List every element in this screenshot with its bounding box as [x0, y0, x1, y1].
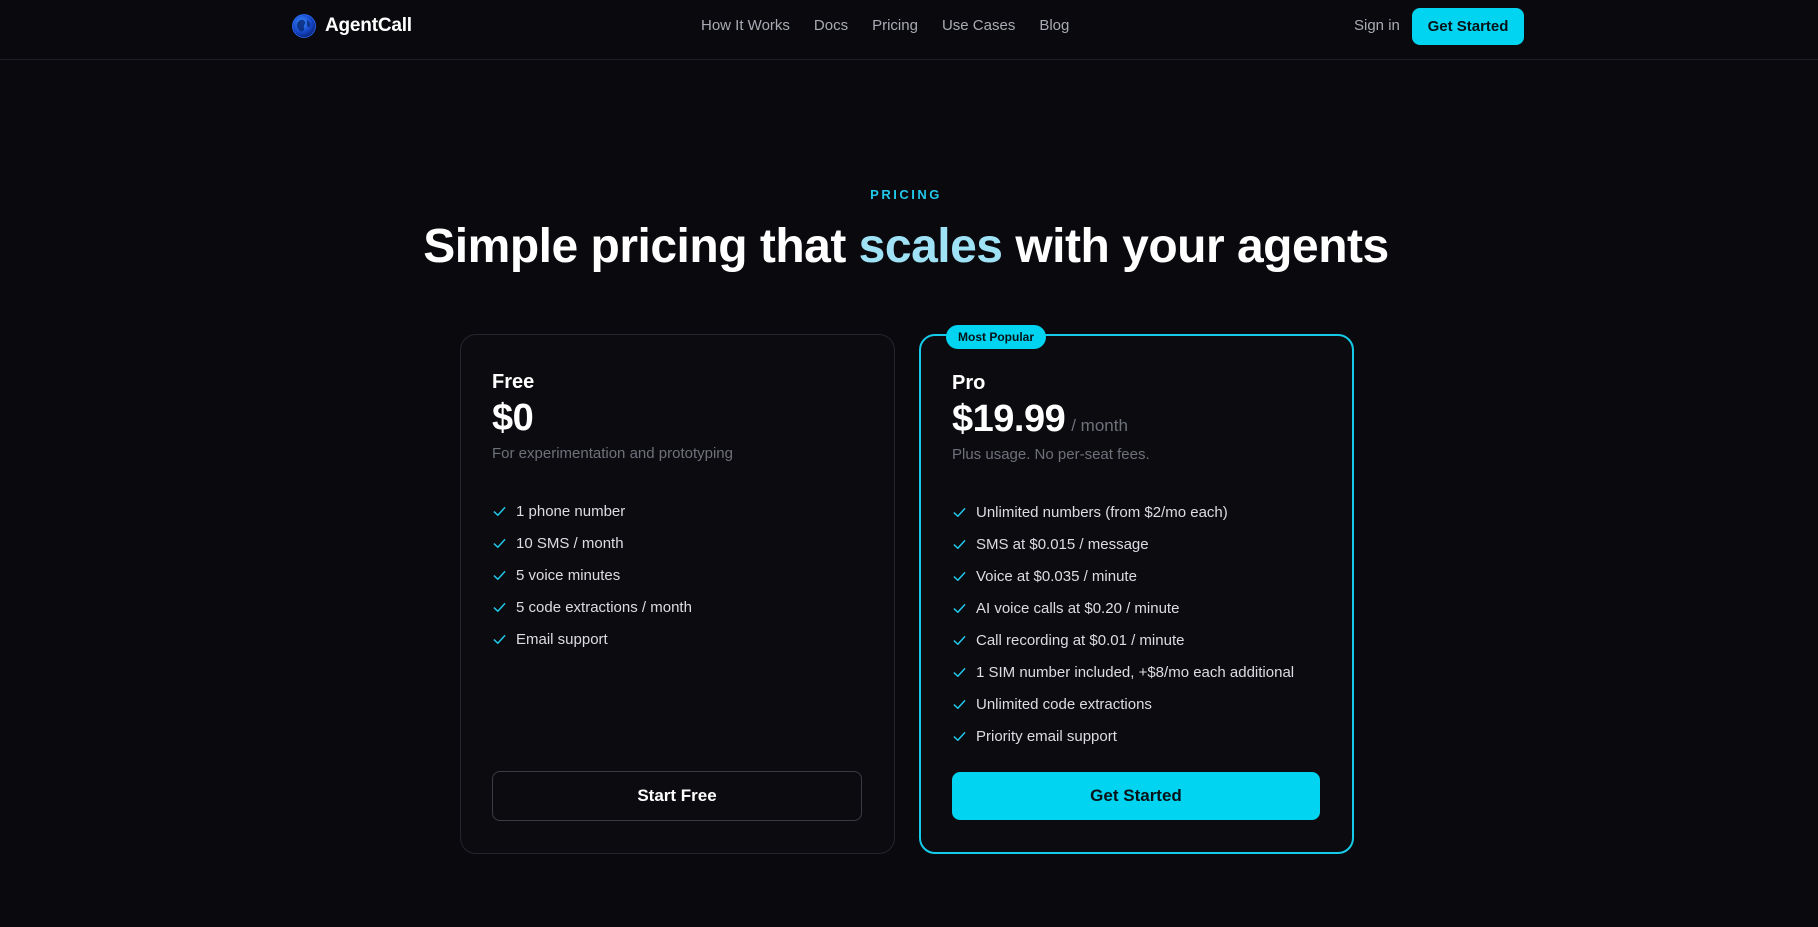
- plan-card-pro: Most Popular Pro $19.99 / month Plus usa…: [919, 325, 1354, 854]
- plan-description: For experimentation and prototyping: [492, 445, 733, 462]
- top-nav: AgentCall How It Works Docs Pricing Use …: [0, 0, 1818, 60]
- check-icon: [493, 602, 506, 612]
- feature-item: Unlimited numbers (from $2/mo each): [952, 496, 1294, 528]
- feature-text: Email support: [516, 630, 608, 648]
- brand-name: AgentCall: [325, 15, 412, 36]
- check-icon: [953, 635, 966, 645]
- plan-card-free: Free $0 For experimentation and prototyp…: [460, 334, 895, 854]
- headline-part-1: Simple pricing that: [423, 220, 859, 273]
- check-icon: [493, 634, 506, 644]
- check-icon: [493, 506, 506, 516]
- globe-logo-icon: [292, 14, 316, 38]
- sign-in-link[interactable]: Sign in: [1354, 17, 1400, 35]
- feature-item: 5 voice minutes: [492, 559, 692, 591]
- check-icon: [953, 667, 966, 677]
- plan-name: Pro: [952, 372, 986, 394]
- most-popular-badge: Most Popular: [946, 325, 1047, 349]
- feature-text: 1 SIM number included, +$8/mo each addit…: [976, 663, 1295, 681]
- feature-list: 1 phone number 10 SMS / month 5 voice mi…: [492, 495, 692, 655]
- nav-link-docs[interactable]: Docs: [814, 17, 848, 35]
- feature-text: Voice at $0.035 / minute: [976, 567, 1137, 585]
- feature-text: 10 SMS / month: [516, 534, 624, 552]
- feature-text: 5 code extractions / month: [516, 598, 692, 616]
- feature-list: Unlimited numbers (from $2/mo each) SMS …: [952, 496, 1294, 752]
- plan-description: Plus usage. No per-seat fees.: [952, 446, 1150, 463]
- price-row: $19.99 / month: [952, 398, 1128, 441]
- main-nav-links: How It Works Docs Pricing Use Cases Blog: [701, 17, 1069, 35]
- nav-link-pricing[interactable]: Pricing: [872, 17, 918, 35]
- check-icon: [953, 731, 966, 741]
- nav-link-blog[interactable]: Blog: [1039, 17, 1069, 35]
- feature-text: Unlimited code extractions: [976, 695, 1152, 713]
- feature-item: Email support: [492, 623, 692, 655]
- check-icon: [953, 539, 966, 549]
- page-title: Simple pricing that scales with your age…: [0, 215, 1812, 279]
- brand-link[interactable]: AgentCall: [292, 14, 412, 38]
- feature-item: SMS at $0.015 / message: [952, 528, 1294, 560]
- feature-item: 10 SMS / month: [492, 527, 692, 559]
- feature-item: Voice at $0.035 / minute: [952, 560, 1294, 592]
- feature-text: Call recording at $0.01 / minute: [976, 631, 1185, 649]
- pro-get-started-button[interactable]: Get Started: [952, 772, 1320, 820]
- section-eyebrow: PRICING: [870, 187, 942, 202]
- plan-period: / month: [1071, 416, 1128, 435]
- plan-price: $0: [492, 397, 534, 439]
- feature-item: Priority email support: [952, 720, 1294, 752]
- feature-item: Unlimited code extractions: [952, 688, 1294, 720]
- feature-item: 1 SIM number included, +$8/mo each addit…: [952, 656, 1294, 688]
- feature-item: 1 phone number: [492, 495, 692, 527]
- feature-text: 1 phone number: [516, 502, 626, 520]
- check-icon: [953, 699, 966, 709]
- feature-text: Priority email support: [976, 727, 1117, 745]
- feature-text: 5 voice minutes: [516, 566, 621, 584]
- nav-link-use-cases[interactable]: Use Cases: [942, 17, 1015, 35]
- plan-price: $19.99: [952, 398, 1066, 440]
- plan-name: Free: [492, 371, 535, 393]
- check-icon: [493, 538, 506, 548]
- feature-item: Call recording at $0.01 / minute: [952, 624, 1294, 656]
- headline-accent: scales: [858, 220, 1003, 273]
- feature-item: 5 code extractions / month: [492, 591, 692, 623]
- check-icon: [953, 571, 966, 581]
- price-row: $0: [492, 397, 534, 440]
- check-icon: [953, 507, 966, 517]
- feature-text: AI voice calls at $0.20 / minute: [976, 599, 1180, 617]
- nav-get-started-button[interactable]: Get Started: [1412, 8, 1524, 45]
- check-icon: [493, 570, 506, 580]
- headline-part-2: with your agents: [1002, 220, 1389, 273]
- start-free-button[interactable]: Start Free: [492, 771, 862, 821]
- feature-text: SMS at $0.015 / message: [976, 535, 1149, 553]
- feature-item: AI voice calls at $0.20 / minute: [952, 592, 1294, 624]
- feature-text: Unlimited numbers (from $2/mo each): [976, 503, 1228, 521]
- check-icon: [953, 603, 966, 613]
- nav-link-how-it-works[interactable]: How It Works: [701, 17, 790, 35]
